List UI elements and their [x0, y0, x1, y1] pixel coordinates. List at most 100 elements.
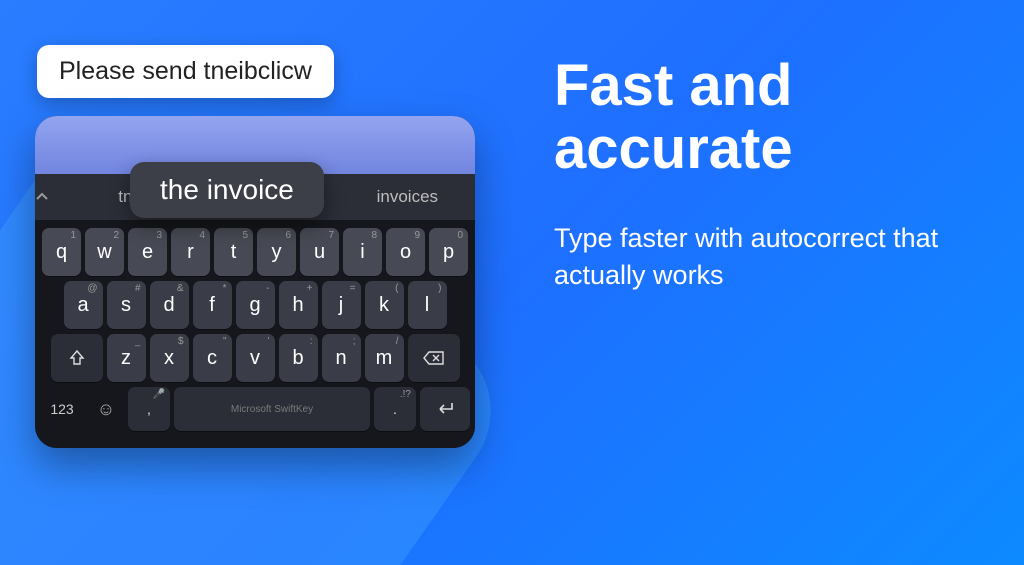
key-alt: $ — [178, 336, 184, 347]
key-label: i — [360, 241, 364, 264]
key-b[interactable]: :b — [279, 334, 318, 382]
key-u[interactable]: 7u — [300, 228, 339, 276]
key-label: r — [187, 241, 194, 264]
key-alt: # — [135, 283, 141, 294]
key-d[interactable]: &d — [150, 281, 189, 329]
key-l[interactable]: )l — [408, 281, 447, 329]
shift-icon — [68, 349, 86, 367]
phone-keyboard-area: tneib the invoice invoices the invoice 1… — [35, 116, 475, 448]
key-label: h — [292, 294, 303, 317]
period-alt: .!? — [400, 389, 411, 400]
key-label: t — [231, 241, 237, 264]
key-alt: 0 — [457, 230, 463, 241]
enter-icon — [435, 401, 455, 417]
key-row-3: _z$x"c'v:b;n/m — [40, 334, 470, 382]
key-alt: * — [223, 283, 227, 294]
key-q[interactable]: 1q — [42, 228, 81, 276]
key-label: k — [379, 294, 389, 317]
promo-title-line1: Fast and — [554, 53, 793, 118]
key-alt: & — [177, 283, 184, 294]
key-h[interactable]: +h — [279, 281, 318, 329]
space-key[interactable]: Microsoft SwiftKey — [174, 387, 370, 431]
key-alt: ( — [395, 283, 398, 294]
key-v[interactable]: 'v — [236, 334, 275, 382]
backspace-key[interactable] — [408, 334, 460, 382]
suggestion-right[interactable]: invoices — [340, 187, 475, 207]
key-alt: = — [350, 283, 356, 294]
key-alt: ) — [438, 283, 441, 294]
suggestion-popup-text: the invoice — [160, 174, 294, 205]
suggestion-bar: tneib the invoice invoices the invoice — [35, 174, 475, 220]
key-alt: 4 — [199, 230, 205, 241]
key-label: d — [163, 294, 174, 317]
backspace-icon — [423, 350, 445, 366]
key-k[interactable]: (k — [365, 281, 404, 329]
key-j[interactable]: =j — [322, 281, 361, 329]
period-label: . — [393, 401, 397, 417]
key-label: u — [314, 241, 325, 264]
key-label: y — [272, 241, 282, 264]
promo-subtitle: Type faster with autocorrect that actual… — [554, 220, 954, 293]
key-alt: 1 — [70, 230, 76, 241]
key-label: c — [207, 347, 217, 370]
key-label: o — [400, 241, 411, 264]
suggestion-popup[interactable]: the invoice — [130, 162, 324, 218]
key-label: g — [249, 294, 260, 317]
promo-title: Fast and accurate — [554, 55, 954, 180]
chevron-up-icon[interactable] — [35, 190, 69, 204]
typed-text-bubble: Please send tneibclicw — [37, 45, 334, 98]
key-alt: : — [310, 336, 313, 347]
key-x[interactable]: $x — [150, 334, 189, 382]
key-y[interactable]: 6y — [257, 228, 296, 276]
key-alt: 3 — [156, 230, 162, 241]
key-label: w — [97, 241, 111, 264]
key-row-bottom: 123 ☺ 🎤, Microsoft SwiftKey .!? . — [40, 387, 470, 431]
key-g[interactable]: -g — [236, 281, 275, 329]
promo-title-line2: accurate — [554, 116, 793, 181]
key-alt: _ — [135, 336, 141, 347]
key-m[interactable]: /m — [365, 334, 404, 382]
key-alt: - — [266, 283, 269, 294]
period-key[interactable]: .!? . — [374, 387, 416, 431]
numeric-key[interactable]: 123 — [40, 387, 84, 431]
key-alt: 9 — [414, 230, 420, 241]
key-z[interactable]: _z — [107, 334, 146, 382]
key-alt: 7 — [328, 230, 334, 241]
key-label: e — [142, 241, 153, 264]
key-label: a — [77, 294, 88, 317]
typed-text: Please send tneibclicw — [59, 57, 312, 85]
key-p[interactable]: 0p — [429, 228, 468, 276]
key-t[interactable]: 5t — [214, 228, 253, 276]
promo-panel: Fast and accurate Type faster with autoc… — [554, 55, 954, 293]
key-label: j — [339, 294, 343, 317]
keyboard-mockup: Please send tneibclicw tneib the invoice… — [35, 45, 475, 448]
key-alt: ' — [268, 336, 270, 347]
key-alt: ; — [353, 336, 356, 347]
key-w[interactable]: 2w — [85, 228, 124, 276]
key-o[interactable]: 9o — [386, 228, 425, 276]
comma-key[interactable]: 🎤, — [128, 387, 170, 431]
mic-icon: 🎤 — [153, 389, 165, 400]
key-label: l — [425, 294, 429, 317]
key-alt: / — [396, 336, 399, 347]
key-s[interactable]: #s — [107, 281, 146, 329]
key-c[interactable]: "c — [193, 334, 232, 382]
key-a[interactable]: @a — [64, 281, 103, 329]
key-alt: + — [307, 283, 313, 294]
key-label: f — [209, 294, 215, 317]
key-label: s — [121, 294, 131, 317]
key-n[interactable]: ;n — [322, 334, 361, 382]
key-label: p — [443, 241, 454, 264]
key-label: q — [56, 241, 67, 264]
key-label: n — [335, 347, 346, 370]
shift-key[interactable] — [51, 334, 103, 382]
key-i[interactable]: 8i — [343, 228, 382, 276]
key-r[interactable]: 4r — [171, 228, 210, 276]
key-f[interactable]: *f — [193, 281, 232, 329]
key-e[interactable]: 3e — [128, 228, 167, 276]
emoji-key[interactable]: ☺ — [88, 387, 124, 431]
key-alt: 8 — [371, 230, 377, 241]
enter-key[interactable] — [420, 387, 470, 431]
key-alt: 5 — [242, 230, 248, 241]
key-row-2: @a#s&d*f-g+h=j(k)l — [40, 281, 470, 329]
